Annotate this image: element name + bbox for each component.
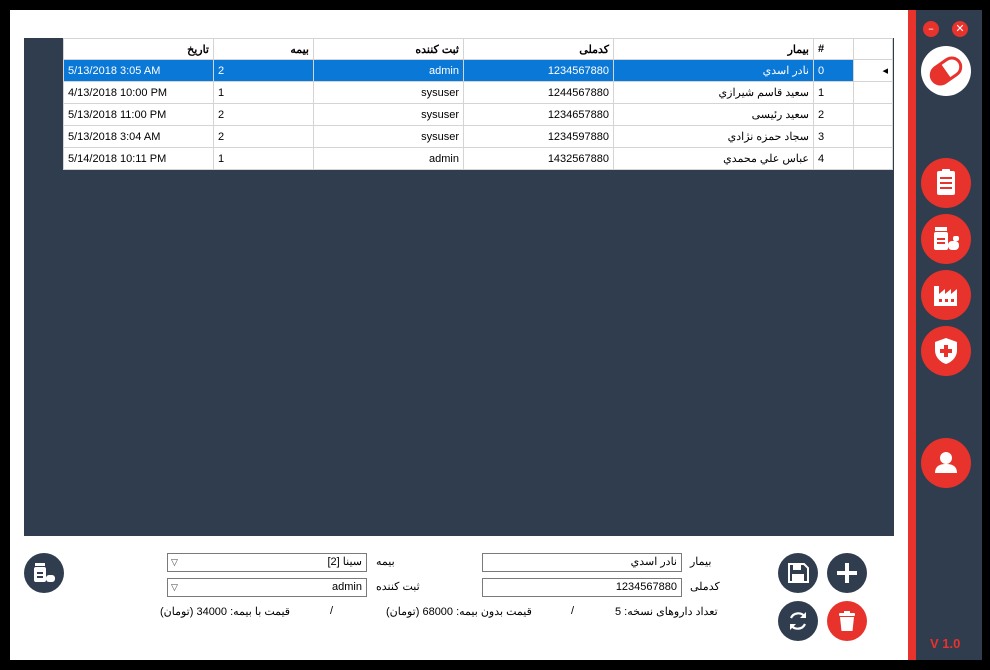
drugs-list-button[interactable] — [24, 553, 64, 593]
price-with-insurance: قیمت با بیمه: 34000 (تومان) — [160, 606, 291, 618]
sidebar: – ✕ V 1.0 — [916, 10, 982, 660]
table-row[interactable]: 5/13/2018 3:04 AM 2 sysuser 1234597880 سجاد … — [63, 125, 893, 148]
sidebar-item-drugs[interactable] — [921, 214, 971, 264]
separator: / — [571, 605, 575, 617]
save-icon — [788, 563, 809, 583]
insurance-select[interactable]: ▽ [2] سینا — [167, 553, 367, 572]
cell-insurance[interactable]: 1 — [213, 81, 314, 104]
registrar-select-value: admin — [332, 581, 362, 593]
chevron-down-icon: ▽ — [171, 582, 178, 592]
cell-patient[interactable]: عباس علي محمدي — [613, 147, 814, 170]
save-button[interactable] — [778, 553, 818, 593]
registrar-select[interactable]: ▽ admin — [167, 578, 367, 597]
cell-date[interactable]: 4/13/2018 10:00 PM — [63, 81, 214, 104]
row-header[interactable] — [853, 147, 893, 170]
factory-icon — [934, 286, 957, 306]
column-header-insurance[interactable]: بیمه — [213, 38, 314, 60]
cell-registrar[interactable]: sysuser — [313, 103, 464, 126]
cell-national-code[interactable]: 1234567880 — [463, 59, 614, 82]
sidebar-item-insurance[interactable] — [921, 326, 971, 376]
row-header[interactable] — [853, 125, 893, 148]
drug-count: تعداد داروهای نسخه: 5 — [615, 606, 718, 618]
insurance-label: بیمه — [376, 556, 395, 568]
medicine-bottles-icon — [34, 563, 55, 582]
registrar-label: ثبت کننده — [376, 581, 420, 593]
cell-insurance[interactable]: 1 — [213, 147, 314, 170]
chevron-down-icon: ▽ — [171, 557, 178, 567]
sidebar-item-companies[interactable] — [921, 270, 971, 320]
delete-button[interactable] — [827, 601, 867, 641]
minimize-button[interactable]: – — [923, 21, 939, 37]
cell-registrar[interactable]: admin — [313, 147, 464, 170]
cell-insurance[interactable]: 2 — [213, 103, 314, 126]
cell-date[interactable]: 5/13/2018 3:05 AM — [63, 59, 214, 82]
column-header-registrar[interactable]: ثبت کننده — [313, 38, 464, 60]
cell-id[interactable]: 0 — [813, 59, 854, 82]
national-code-label: کدملی — [690, 581, 720, 593]
row-header[interactable]: ◂ — [853, 59, 893, 82]
cell-patient[interactable]: سعيد قاسم شيرازي — [613, 81, 814, 104]
sidebar-item-users[interactable] — [921, 438, 971, 488]
price-without-insurance: قیمت بدون بیمه: 68000 (تومان) — [386, 606, 532, 618]
column-header-id[interactable]: # — [813, 38, 854, 60]
cell-insurance[interactable]: 2 — [213, 59, 314, 82]
table-row[interactable]: 5/14/2018 10:11 PM 1 admin 1432567880 عباس ع… — [63, 147, 893, 170]
column-header-patient[interactable]: بيمار — [613, 38, 814, 60]
cell-national-code[interactable]: 1234597880 — [463, 125, 614, 148]
separator: / — [330, 605, 334, 617]
cell-date[interactable]: 5/13/2018 3:04 AM — [63, 125, 214, 148]
cell-id[interactable]: 3 — [813, 125, 854, 148]
cell-patient[interactable]: سجاد حمزه نژادي — [613, 125, 814, 148]
user-icon — [935, 452, 957, 473]
national-code-field[interactable]: 1234567880 — [482, 578, 682, 597]
cell-date[interactable]: 5/14/2018 10:11 PM — [63, 147, 214, 170]
column-header-national-code[interactable]: کدملی — [463, 38, 614, 60]
cell-registrar[interactable]: admin — [313, 59, 464, 82]
add-button[interactable] — [827, 553, 867, 593]
refresh-icon — [790, 612, 806, 630]
close-button[interactable]: ✕ — [952, 21, 968, 37]
plus-icon — [837, 563, 857, 583]
insurance-select-value: [2] سینا — [327, 556, 362, 568]
cell-insurance[interactable]: 2 — [213, 125, 314, 148]
cell-national-code[interactable]: 1432567880 — [463, 147, 614, 170]
clipboard-list-icon — [937, 169, 955, 195]
prescriptions-table: تاريخ بیمه ثبت کننده کدملی بيمار # 5/13/… — [63, 38, 893, 170]
table-row[interactable]: 5/13/2018 3:05 AM 2 admin 1234567880 نادر اس… — [63, 59, 893, 82]
sidebar-item-prescriptions[interactable] — [921, 158, 971, 208]
cell-id[interactable]: 4 — [813, 147, 854, 170]
cell-registrar[interactable]: sysuser — [313, 125, 464, 148]
column-header-date[interactable]: تاريخ — [63, 38, 214, 60]
cell-id[interactable]: 1 — [813, 81, 854, 104]
cell-id[interactable]: 2 — [813, 103, 854, 126]
row-header[interactable] — [853, 81, 893, 104]
main-window: تاريخ بیمه ثبت کننده کدملی بيمار # 5/13/… — [10, 10, 982, 660]
patient-field[interactable]: نادر اسدي — [482, 553, 682, 572]
detail-panel: ▽ [2] سینا بیمه ▽ admin ثبت کننده نادر ا… — [10, 540, 908, 660]
cell-national-code[interactable]: 1244567880 — [463, 81, 614, 104]
current-row-icon: ◂ — [882, 65, 888, 77]
table-row[interactable]: 5/13/2018 11:00 PM 2 sysuser 1234657880 سعید… — [63, 103, 893, 126]
pill-capsule-icon — [921, 46, 971, 96]
refresh-button[interactable] — [778, 601, 818, 641]
cell-patient[interactable]: نادر اسدي — [613, 59, 814, 82]
sidebar-accent-edge — [908, 10, 916, 660]
trash-icon — [839, 611, 855, 631]
medicine-bottles-icon — [934, 227, 959, 250]
table-row[interactable]: 4/13/2018 10:00 PM 1 sysuser 1244567880 سعيد… — [63, 81, 893, 104]
table-header: تاريخ بیمه ثبت کننده کدملی بيمار # — [63, 38, 893, 60]
version-label: V 1.0 — [930, 636, 961, 651]
cell-date[interactable]: 5/13/2018 11:00 PM — [63, 103, 214, 126]
row-header-corner — [853, 38, 893, 60]
shield-plus-icon — [935, 338, 957, 364]
patient-label: بیمار — [690, 556, 712, 568]
row-header[interactable] — [853, 103, 893, 126]
cell-registrar[interactable]: sysuser — [313, 81, 464, 104]
cell-patient[interactable]: سعید رئیسی — [613, 103, 814, 126]
cell-national-code[interactable]: 1234657880 — [463, 103, 614, 126]
